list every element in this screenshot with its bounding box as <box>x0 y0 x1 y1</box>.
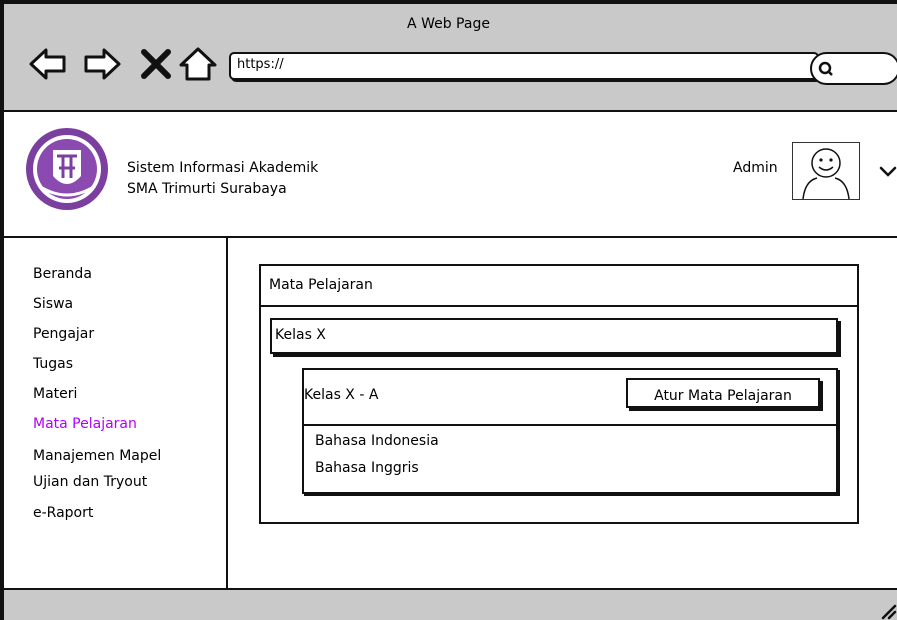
sidebar-item-materi[interactable]: Materi <box>33 386 77 402</box>
app-name-line2: SMA Trimurti Surabaya <box>127 181 287 197</box>
sidebar-item-tugas[interactable]: Tugas <box>33 356 73 372</box>
home-icon[interactable] <box>178 44 218 84</box>
sidebar-item-siswa[interactable]: Siswa <box>33 296 73 312</box>
forward-arrow-icon[interactable] <box>82 44 122 84</box>
app-name-line1: Sistem Informasi Akademik <box>127 160 319 176</box>
back-arrow-icon[interactable] <box>28 44 68 84</box>
window-title: A Web Page <box>407 16 490 32</box>
sidebar-item-e-raport[interactable]: e-Raport <box>33 505 93 521</box>
user-avatar[interactable] <box>792 142 860 200</box>
resize-grip-icon[interactable] <box>880 600 897 620</box>
sidebar <box>0 238 228 588</box>
browser-search-field[interactable] <box>810 52 897 85</box>
user-name: Admin <box>733 160 778 176</box>
class-group-header[interactable]: Kelas X <box>270 318 838 354</box>
chevron-down-icon[interactable] <box>878 165 897 179</box>
sidebar-item-ujian-dan-tryout[interactable]: Ujian dan Tryout <box>33 474 147 490</box>
panel-title: Mata Pelajaran <box>259 264 859 307</box>
close-icon[interactable] <box>136 44 176 84</box>
user-avatar-icon <box>802 148 850 200</box>
class-name: Kelas X - A <box>304 387 379 403</box>
subject-item: Bahasa Inggris <box>315 460 419 476</box>
sidebar-item-manajemen-mapel[interactable]: Manajemen Mapel <box>33 448 161 464</box>
sidebar-item-beranda[interactable]: Beranda <box>33 266 92 282</box>
manage-subjects-button[interactable]: Atur Mata Pelajaran <box>626 378 820 408</box>
school-logo <box>26 128 108 210</box>
subject-item: Bahasa Indonesia <box>315 433 439 449</box>
search-icon <box>818 61 833 76</box>
url-input[interactable]: https:// <box>229 52 819 80</box>
sidebar-item-mata-pelajaran[interactable]: Mata Pelajaran <box>33 416 137 432</box>
browser-status-bar <box>0 588 897 620</box>
sidebar-item-pengajar[interactable]: Pengajar <box>33 326 94 342</box>
app-name: Sistem Informasi Akademik SMA Trimurti S… <box>127 158 318 200</box>
divider <box>302 424 838 426</box>
